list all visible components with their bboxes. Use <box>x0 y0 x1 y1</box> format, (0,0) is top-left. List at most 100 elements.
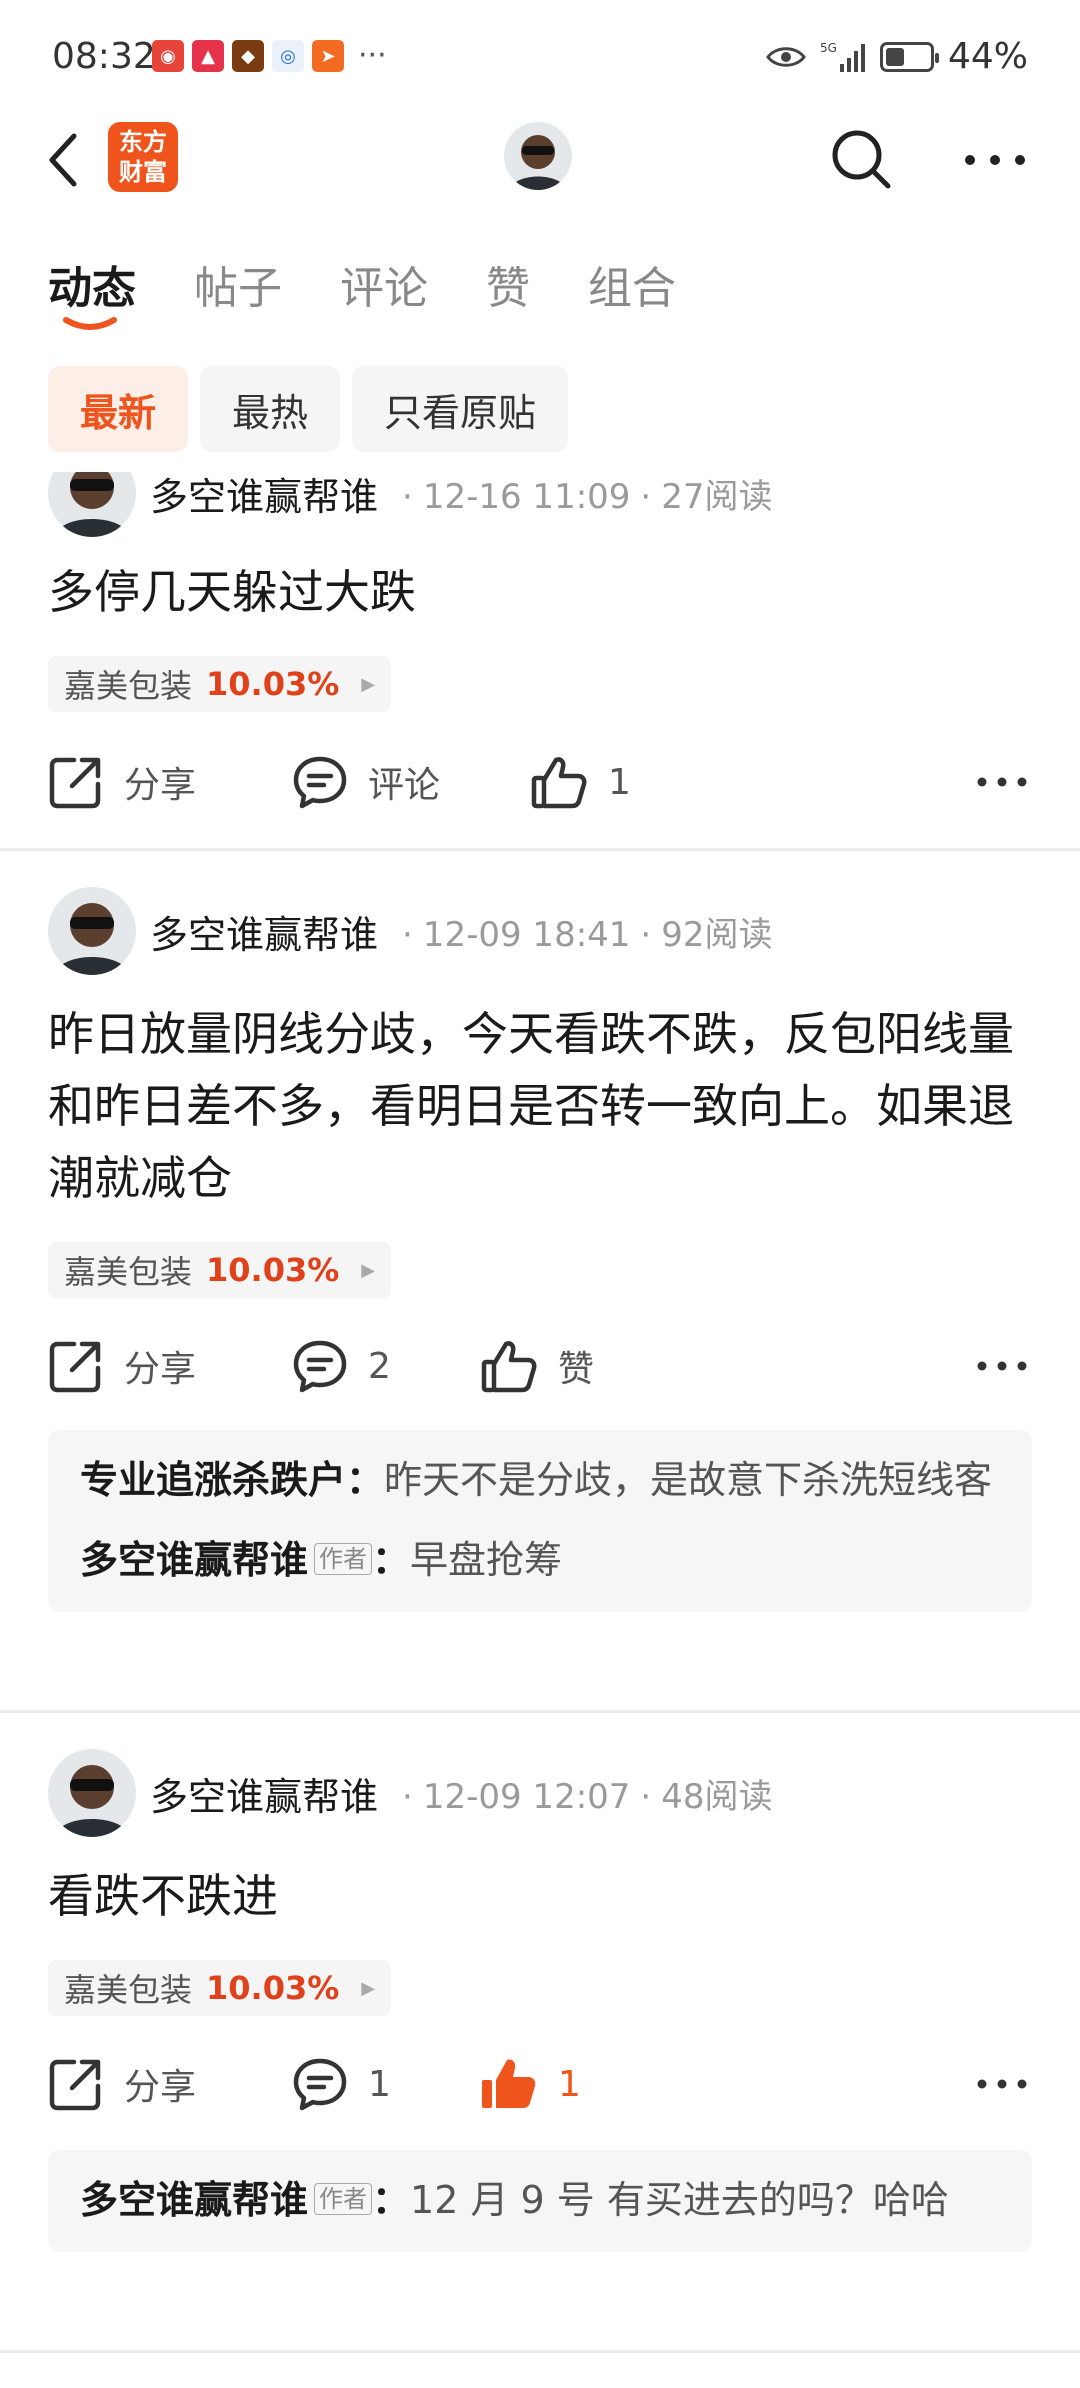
share-button[interactable]: 分享 <box>48 742 196 822</box>
status-time: 08:32 <box>52 36 156 77</box>
share-label: 分享 <box>124 765 197 806</box>
comment-count: 1 <box>368 2063 391 2105</box>
chevron-left-icon <box>49 133 77 187</box>
comment-author[interactable]: 专业追涨杀跌户 <box>80 1458 346 1502</box>
like-count: 1 <box>558 2063 581 2105</box>
battery-icon <box>879 41 939 72</box>
post-divider <box>0 1710 1080 1713</box>
profile-tabs: 动态 帖子 评论 赞 组合 <box>48 252 734 330</box>
caret-right-icon: ▶ <box>361 673 376 695</box>
search-button[interactable] <box>826 124 896 194</box>
stock-change: 10.03% <box>206 1251 340 1289</box>
more-horizontal-icon <box>965 155 1025 165</box>
more-notifications-icon: ··· <box>358 38 387 73</box>
tab-portfolio[interactable]: 组合 <box>588 252 676 316</box>
share-label: 分享 <box>124 1349 197 1390</box>
comment-count: 评论 <box>368 765 441 806</box>
comment-separator: ： <box>372 1538 411 1582</box>
post-divider <box>0 2350 1080 2353</box>
comment-button[interactable]: 评论 <box>292 742 440 822</box>
avatar[interactable] <box>48 887 136 975</box>
stock-change: 10.03% <box>206 665 340 703</box>
post-body[interactable]: 看跌不跌进 <box>48 1860 1038 1932</box>
post-header: 多空谁赢帮谁 · 12-09 18:41 · 92阅读 <box>48 886 773 976</box>
signal-icon: 5G <box>820 41 865 72</box>
post-divider <box>0 848 1080 851</box>
caret-right-icon: ▶ <box>361 1259 376 1281</box>
tab-comments[interactable]: 评论 <box>340 252 428 316</box>
post-header: 多空谁赢帮谁 · 12-16 11:09 · 27阅读 <box>48 472 773 538</box>
tab-label: 评论 <box>340 263 428 314</box>
top-nav: 东方 财富 <box>0 110 1080 210</box>
comment-separator: ： <box>372 2178 411 2222</box>
share-icon <box>49 1341 101 1393</box>
back-button[interactable] <box>40 130 90 190</box>
like-button[interactable]: 赞 <box>480 1326 594 1406</box>
filter-hottest[interactable]: 最热 <box>200 366 341 452</box>
filter-latest[interactable]: 最新 <box>48 366 189 452</box>
stock-tag[interactable]: 嘉美包装 10.03% ▶ <box>48 1242 392 1298</box>
more-horizontal-icon <box>977 1361 1027 1371</box>
stock-name: 嘉美包装 <box>64 1253 193 1291</box>
comment-author[interactable]: 多空谁赢帮谁 <box>80 2178 308 2222</box>
tab-dynamics[interactable]: 动态 <box>48 252 136 330</box>
like-button[interactable]: 1 <box>530 742 631 822</box>
filter-bar: 最新 最热 只看原贴 <box>48 366 569 452</box>
username[interactable]: 多空谁赢帮谁 <box>150 1766 378 1821</box>
post-more-button[interactable] <box>972 1336 1032 1396</box>
share-button[interactable]: 分享 <box>48 2044 196 2124</box>
tab-likes[interactable]: 赞 <box>486 252 530 316</box>
filter-original-only[interactable]: 只看原贴 <box>352 366 569 452</box>
post-reads: 27阅读 <box>661 476 773 517</box>
comment-preview[interactable]: 专业追涨杀跌户：昨天不是分歧，是故意下杀洗短线客 多空谁赢帮谁 作者 ：早盘抢筹 <box>48 1430 1032 1612</box>
post-actions: 分享 评论 1 <box>48 742 1032 822</box>
stock-tag[interactable]: 嘉美包装 10.03% ▶ <box>48 656 392 712</box>
app-notification-icon: ◆ <box>232 40 264 72</box>
avatar[interactable] <box>48 472 136 537</box>
more-horizontal-icon <box>977 2079 1027 2089</box>
status-right: 5G 44% <box>766 36 1028 77</box>
post-date: 12-09 18:41 <box>422 914 631 955</box>
thumbs-up-icon <box>481 1341 537 1393</box>
app-logo[interactable]: 东方 财富 <box>108 122 178 192</box>
notification-icons: ◉ ▲ ◆ ◎ ➤ ··· <box>152 40 387 72</box>
username[interactable]: 多空谁赢帮谁 <box>150 472 378 521</box>
comment-item[interactable]: 专业追涨杀跌户：昨天不是分歧，是故意下杀洗短线客 <box>80 1450 1000 1510</box>
avatar[interactable] <box>48 1749 136 1837</box>
share-icon <box>49 2059 101 2111</box>
username[interactable]: 多空谁赢帮谁 <box>150 904 378 959</box>
post-more-button[interactable] <box>972 752 1032 812</box>
tab-label: 动态 <box>48 263 136 314</box>
post-reads: 92阅读 <box>661 914 773 955</box>
post-meta: · 12-09 18:41 · 92阅读 <box>402 914 773 955</box>
comment-preview[interactable]: 多空谁赢帮谁 作者 ：12 月 9 号 有买进去的吗？哈哈 <box>48 2150 1032 2252</box>
tab-posts[interactable]: 帖子 <box>194 252 282 316</box>
comment-icon <box>293 756 347 809</box>
post-body[interactable]: 多停几天躲过大跌 <box>48 556 1038 628</box>
profile-avatar[interactable] <box>504 122 572 190</box>
comment-button[interactable]: 2 <box>292 1326 391 1406</box>
comment-item[interactable]: 多空谁赢帮谁 作者 ：12 月 9 号 有买进去的吗？哈哈 <box>80 2170 1000 2230</box>
post-date: 12-16 11:09 <box>422 476 631 517</box>
like-button[interactable]: 1 <box>480 2044 581 2124</box>
comment-author[interactable]: 多空谁赢帮谁 <box>80 1538 308 1582</box>
battery-percent: 44% <box>947 36 1028 77</box>
app-notification-icon: ◎ <box>272 40 304 72</box>
comment-text: 早盘抢筹 <box>410 1538 563 1582</box>
thumbs-up-icon <box>531 757 587 809</box>
stock-tag[interactable]: 嘉美包装 10.03% ▶ <box>48 1960 392 2016</box>
stock-name: 嘉美包装 <box>64 667 193 705</box>
more-options-button[interactable] <box>960 130 1030 190</box>
eye-icon <box>766 46 806 67</box>
comment-button[interactable]: 1 <box>292 2044 391 2124</box>
like-count: 1 <box>608 761 631 803</box>
comment-count: 2 <box>368 1345 391 1387</box>
post-more-button[interactable] <box>972 2054 1032 2114</box>
like-label: 赞 <box>558 1349 595 1390</box>
post-body[interactable]: 昨日放量阴线分歧，今天看跌不跌，反包阳线量和昨日差不多，看明日是否转一致向上。如… <box>48 998 1038 1214</box>
share-button[interactable]: 分享 <box>48 1326 196 1406</box>
comment-item[interactable]: 多空谁赢帮谁 作者 ：早盘抢筹 <box>80 1530 1000 1590</box>
tab-label: 赞 <box>486 263 530 314</box>
tab-label: 帖子 <box>194 263 282 314</box>
share-icon <box>49 757 101 809</box>
